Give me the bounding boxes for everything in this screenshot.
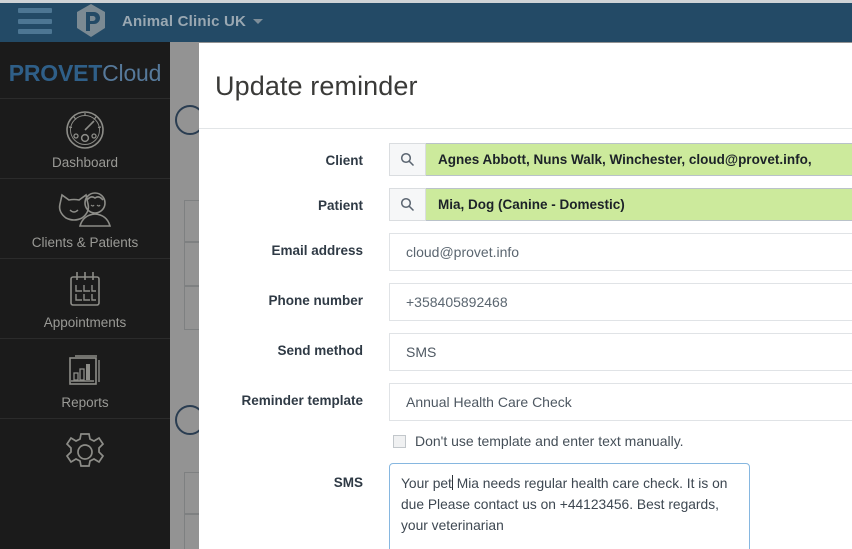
form-row-send-method: Send method SMS <box>199 333 852 371</box>
hamburger-icon[interactable] <box>18 8 52 34</box>
sidebar-item-dashboard[interactable]: Dashboard <box>0 98 170 178</box>
client-search-button[interactable] <box>389 143 426 176</box>
reminder-template-select[interactable]: Annual Health Care Check <box>389 383 852 421</box>
email-input[interactable]: cloud@provet.info <box>389 233 852 271</box>
sidebar-item-label: Appointments <box>43 314 127 330</box>
top-bar: Animal Clinic UK <box>0 0 852 42</box>
sidebar-item-appointments[interactable]: Appointments <box>0 258 170 338</box>
sidebar-logo[interactable]: PROVETCloud <box>0 42 170 98</box>
sms-label: SMS <box>333 475 363 490</box>
sidebar-item-label: Dashboard <box>51 154 119 170</box>
calendar-icon <box>63 268 107 312</box>
patient-search-button[interactable] <box>389 188 426 221</box>
form-row-patient: Patient Mia, Dog (Canine - Domestic) <box>199 188 852 221</box>
sidebar-item-label: Clients & Patients <box>31 234 139 250</box>
form-row-phone: Phone number +358405892468 <box>199 283 852 321</box>
client-label: Client <box>325 153 363 168</box>
sms-textarea[interactable]: Your pet Mia needs regular health care c… <box>389 463 750 549</box>
window-top-edge <box>0 0 852 3</box>
search-icon <box>400 197 415 212</box>
cat-and-person-icon <box>50 188 120 232</box>
manual-text-checkbox[interactable] <box>393 434 406 448</box>
client-input[interactable]: Agnes Abbott, Nuns Walk, Winchester, clo… <box>426 143 852 176</box>
reminder-form: Client Agnes Abbott, Nuns Walk, Winchest… <box>199 129 852 549</box>
phone-label: Phone number <box>268 293 363 308</box>
form-row-sms: SMS Your pet Mia needs regular health ca… <box>199 463 852 549</box>
clinic-name-label: Animal Clinic UK <box>122 12 247 30</box>
modal-title: Update reminder <box>215 71 418 101</box>
sidebar-logo-light: Cloud <box>102 59 162 86</box>
sidebar-item-settings[interactable] <box>0 418 170 467</box>
sidebar-item-label: Reports <box>61 394 109 410</box>
manual-text-checkbox-row: Don't use template and enter text manual… <box>199 433 852 449</box>
gauge-dashboard-icon <box>63 108 107 152</box>
sidebar-logo-bold: PROVET <box>8 59 103 86</box>
send-method-select[interactable]: SMS <box>389 333 852 371</box>
search-icon <box>400 152 415 167</box>
form-row-reminder-template: Reminder template Annual Health Care Che… <box>199 383 852 421</box>
bar-chart-icon <box>63 348 107 392</box>
sms-text-before-caret: Your pet <box>401 476 452 491</box>
sidebar-item-clients-patients[interactable]: Clients & Patients <box>0 178 170 258</box>
patient-input[interactable]: Mia, Dog (Canine - Domestic) <box>426 188 852 221</box>
gear-settings-icon <box>63 430 107 467</box>
phone-input[interactable]: +358405892468 <box>389 283 852 321</box>
reminder-template-label: Reminder template <box>241 393 363 408</box>
send-method-label: Send method <box>277 343 363 358</box>
app-root: PROVETCloud Dashboard Clients & Patients… <box>0 0 852 549</box>
form-row-client: Client Agnes Abbott, Nuns Walk, Winchest… <box>199 143 852 176</box>
sidebar: PROVETCloud Dashboard Clients & Patients… <box>0 42 170 549</box>
patient-label: Patient <box>317 198 363 213</box>
form-row-email: Email address cloud@provet.info <box>199 233 852 271</box>
chevron-down-icon <box>253 18 264 24</box>
email-label: Email address <box>271 243 363 258</box>
clinic-selector[interactable]: Animal Clinic UK <box>122 12 264 30</box>
sidebar-item-reports[interactable]: Reports <box>0 338 170 418</box>
update-reminder-modal: Update reminder Client Agnes Abbott, Nun… <box>199 43 852 549</box>
manual-text-checkbox-label[interactable]: Don't use template and enter text manual… <box>415 433 684 449</box>
provet-hexagon-p-logo[interactable] <box>74 3 108 39</box>
